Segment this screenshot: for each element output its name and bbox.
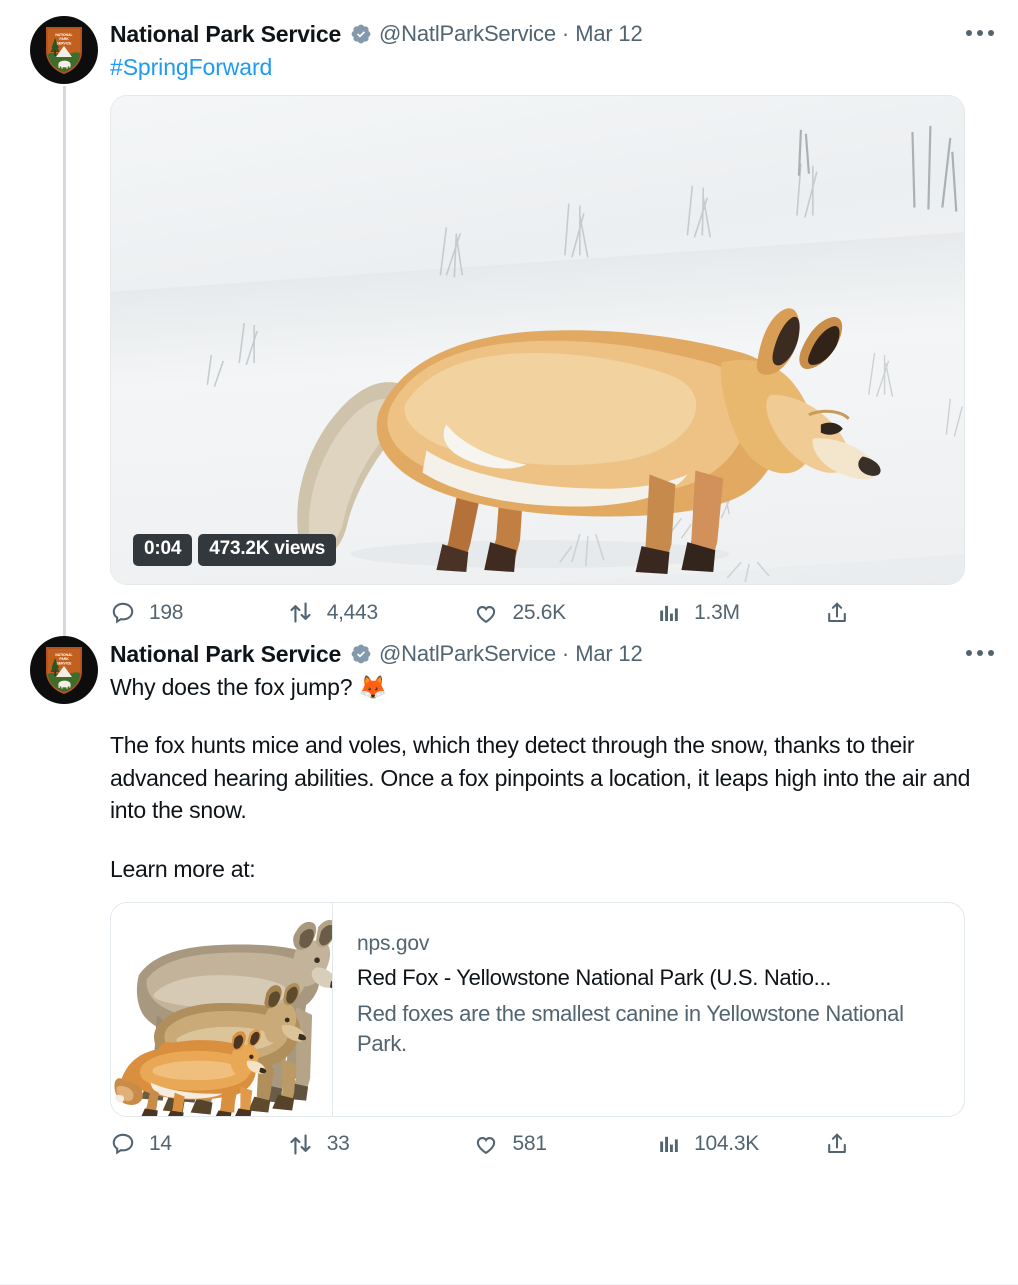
tweet-1-action-bar: 198 4,443 25.6K 1.3M	[110, 599, 850, 626]
separator: ·	[561, 21, 570, 46]
card-description: Red foxes are the smallest canine in Yel…	[357, 1000, 904, 1056]
verified-badge-icon	[351, 24, 371, 44]
avatar[interactable]: NATIONAL PARK SERVICE	[30, 16, 98, 84]
retweet-button[interactable]: 33	[287, 1131, 474, 1158]
link-preview-card[interactable]: nps.gov Red Fox - Yellowstone National P…	[110, 901, 965, 1117]
more-options-icon[interactable]	[960, 638, 1000, 668]
analytics-icon	[660, 1137, 678, 1153]
tweet-1[interactable]: NATIONAL PARK SERVICE National Park Serv…	[0, 0, 1018, 682]
text-spacer	[110, 703, 1000, 729]
fox-video-frame	[206, 125, 963, 583]
share-button[interactable]	[824, 600, 850, 626]
hashtag-link[interactable]: #SpringForward	[110, 52, 1000, 83]
like-count: 581	[512, 1132, 547, 1156]
card-text-area: nps.gov Red Fox - Yellowstone National P…	[333, 903, 964, 1116]
like-button[interactable]: 581	[473, 1131, 657, 1157]
handle[interactable]: @NatlParkService	[379, 641, 556, 667]
video-views-badge: 473.2K views	[198, 534, 337, 567]
thread-connector-line	[63, 86, 66, 682]
svg-text:SERVICE: SERVICE	[57, 41, 73, 45]
video-duration-badge: 0:04	[133, 534, 193, 567]
separator: ·	[561, 641, 570, 667]
share-icon	[828, 602, 846, 622]
reply-icon	[112, 1133, 134, 1155]
svg-text:SERVICE: SERVICE	[57, 661, 73, 665]
share-button[interactable]	[824, 1131, 850, 1157]
handle[interactable]: @NatlParkService	[379, 21, 556, 47]
nps-arrowhead-logo-icon: NATIONAL PARK SERVICE	[46, 27, 82, 74]
tweet-2[interactable]: NATIONAL PARK SERVICE National Park Serv…	[0, 626, 1018, 1158]
verified-badge-icon	[351, 644, 371, 664]
reply-count: 14	[149, 1132, 172, 1156]
views-count: 104.3K	[694, 1132, 759, 1156]
views-button[interactable]: 104.3K	[657, 1132, 824, 1156]
like-count: 25.6K	[512, 600, 566, 624]
more-options-icon[interactable]	[960, 18, 1000, 48]
twitter-thread-page: NATIONAL PARK SERVICE National Park Serv…	[0, 0, 1018, 1285]
like-button[interactable]: 25.6K	[473, 600, 657, 626]
tweet-2-action-bar: 14 33 581 104.3K	[110, 1131, 850, 1158]
like-icon	[477, 605, 496, 623]
retweet-count: 33	[326, 1132, 350, 1156]
avatar[interactable]: NATIONAL PARK SERVICE	[30, 636, 98, 705]
reply-icon	[112, 602, 134, 623]
display-name[interactable]: National Park Service	[110, 21, 341, 48]
display-name[interactable]: National Park Service	[110, 641, 341, 668]
tweet-2-gutter: NATIONAL PARK SERVICE	[30, 636, 108, 1158]
retweet-icon	[290, 602, 311, 623]
share-icon	[828, 1133, 846, 1154]
tweet-1-body: National Park Service @NatlParkService ·…	[108, 16, 1000, 626]
tweet-2-header: National Park Service @NatlParkService ·…	[110, 636, 1000, 672]
retweet-count: 4,443	[326, 600, 378, 624]
tweet-1-header: National Park Service @NatlParkService ·…	[110, 16, 1000, 52]
like-icon	[477, 1137, 496, 1155]
views-count: 1.3M	[694, 600, 740, 624]
learn-more-label: Learn more at:	[110, 856, 256, 883]
tweet-paragraph: The fox hunts mice and voles, which they…	[110, 732, 971, 824]
retweet-icon	[290, 1134, 311, 1155]
video-player[interactable]: 0:04 473.2K views	[110, 95, 965, 586]
card-title: Red Fox - Yellowstone National Park (U.S…	[357, 965, 832, 991]
card-domain: nps.gov	[357, 931, 430, 955]
card-thumbnail	[111, 902, 333, 1116]
timestamp[interactable]: Mar 12	[575, 21, 642, 47]
reply-button[interactable]: 14	[110, 1131, 287, 1157]
text-spacer-2	[110, 827, 1000, 853]
timestamp[interactable]: Mar 12	[575, 641, 642, 667]
tweet-line-1: Why does the fox jump? 🦊	[110, 674, 387, 701]
views-button[interactable]: 1.3M	[657, 601, 824, 625]
canine-size-comparison-image	[111, 903, 332, 1116]
tweet-1-gutter: NATIONAL PARK SERVICE	[30, 16, 108, 682]
video-badges: 0:04 473.2K views	[133, 534, 337, 567]
retweet-button[interactable]: 4,443	[287, 599, 474, 626]
nps-arrowhead-logo-icon: NATIONAL PARK SERVICE	[46, 647, 82, 695]
analytics-icon	[660, 605, 678, 621]
tweet-2-body: National Park Service @NatlParkService ·…	[108, 636, 1000, 1158]
reply-button[interactable]: 198	[110, 600, 287, 626]
reply-count: 198	[149, 600, 184, 624]
